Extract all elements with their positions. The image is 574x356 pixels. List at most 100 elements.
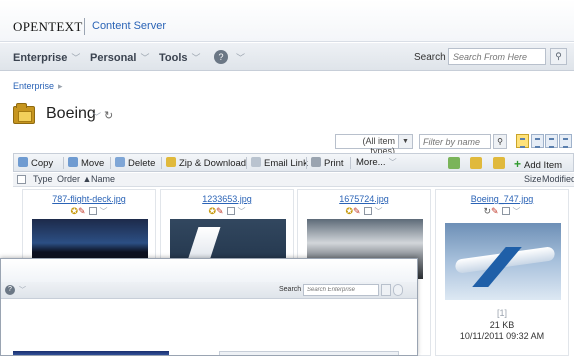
- move-icon: [68, 157, 78, 167]
- chevron-down-icon: ▼: [398, 135, 412, 148]
- column-modified[interactable]: Modified: [542, 174, 574, 184]
- search-icon[interactable]: [381, 284, 391, 296]
- item-name-link[interactable]: 787-flight-deck.jpg: [23, 194, 155, 204]
- email-icon: [251, 157, 261, 167]
- add-document-icon[interactable]: [470, 157, 482, 169]
- column-name[interactable]: Name: [91, 174, 115, 184]
- column-order[interactable]: Order ▲: [57, 174, 91, 184]
- brand-separator: [84, 18, 85, 35]
- overlay-thumbnail: [13, 351, 169, 355]
- delete-label: Delete: [128, 158, 156, 169]
- copy-icon: [18, 157, 28, 167]
- overlapping-window[interactable]: ? ﹀ Search: [0, 258, 418, 356]
- item-type-filter[interactable]: (All item types) ▼: [335, 134, 413, 156]
- zip-download-label: Zip & Download: [179, 158, 247, 169]
- item-checkbox[interactable]: [226, 207, 235, 215]
- chevron-down-icon: ﹀: [388, 158, 397, 167]
- select-all-checkbox[interactable]: [17, 175, 26, 184]
- pencil-icon: ✎: [78, 206, 86, 216]
- item-tile[interactable]: Boeing_747.jpg ↻✎ ﹀ [1] 21 KB 10/11/2011 …: [435, 189, 569, 356]
- reserved-icon: ↻: [483, 206, 491, 216]
- email-link-button[interactable]: Email Link: [251, 157, 308, 169]
- global-menu-bar: Enterprise ﹀ Personal ﹀ Tools ﹀ ? ﹀ Search …: [0, 43, 574, 71]
- delete-icon: [115, 157, 125, 167]
- overlay-search-input[interactable]: [303, 284, 379, 296]
- view-details-button[interactable]: [559, 134, 572, 148]
- pencil-icon: ✎: [491, 206, 499, 216]
- new-folder-icon[interactable]: [448, 157, 460, 169]
- chevron-down-icon: ﹀: [236, 53, 246, 63]
- column-size[interactable]: Size: [524, 174, 542, 184]
- pencil-icon: ✎: [353, 206, 361, 216]
- item-name-link[interactable]: Boeing_747.jpg: [436, 194, 568, 204]
- add-item-label: Add Item: [524, 160, 563, 171]
- menu-tools[interactable]: Tools ﹀: [159, 51, 201, 64]
- move-label: Move: [81, 158, 105, 169]
- menu-tools-label: Tools: [159, 52, 188, 64]
- view-grid-button[interactable]: [531, 134, 544, 148]
- search-options-icon[interactable]: [393, 284, 403, 296]
- delete-button[interactable]: Delete: [115, 157, 155, 169]
- toolbar-divider: [161, 157, 162, 169]
- view-thumbnails-button[interactable]: [516, 134, 529, 148]
- item-modified: 10/11/2011 09:32 AM: [459, 331, 545, 341]
- more-label: More...: [356, 157, 386, 168]
- item-icons: ↻✎ ﹀: [436, 206, 568, 217]
- zip-download-button[interactable]: Zip & Download: [166, 157, 246, 169]
- chevron-down-icon[interactable]: ﹀: [238, 207, 246, 216]
- copy-button[interactable]: Copy: [18, 157, 53, 169]
- toolbar-divider: [63, 157, 64, 169]
- folder-icon: [13, 103, 35, 124]
- search-icon[interactable]: ⚲: [550, 48, 567, 65]
- page-title: Boeing: [46, 105, 96, 122]
- item-icons: ✪✎ ﹀: [23, 206, 155, 217]
- toolbar-divider: [110, 157, 111, 169]
- title-chevron-down-icon[interactable]: ﹀: [92, 110, 101, 123]
- add-item-button[interactable]: + Add Item: [514, 157, 562, 171]
- more-button[interactable]: More... ﹀: [356, 157, 397, 168]
- column-type[interactable]: Type: [33, 174, 53, 184]
- filter-search-icon[interactable]: ⚲: [493, 134, 507, 149]
- menu-personal-label: Personal: [90, 52, 137, 64]
- column-order-label: Order: [57, 174, 81, 184]
- item-version: [1]: [496, 308, 507, 318]
- name-filter-input[interactable]: [419, 134, 491, 149]
- help-icon[interactable]: ?: [214, 50, 228, 64]
- chevron-down-icon[interactable]: ﹀: [100, 207, 108, 216]
- chevron-down-icon[interactable]: ﹀: [513, 207, 521, 216]
- plus-icon: +: [514, 157, 522, 171]
- column-header: Type Order ▲ Name Size Modified: [13, 173, 574, 187]
- item-checkbox[interactable]: [363, 207, 372, 215]
- lightbulb-icon: ✪: [345, 206, 353, 216]
- overlay-menu-bar: ? ﹀ Search: [1, 282, 417, 299]
- help-menu-chevron[interactable]: ﹀: [232, 51, 245, 64]
- menu-enterprise[interactable]: Enterprise ﹀: [13, 51, 80, 64]
- copy-label: Copy: [31, 158, 54, 169]
- toolbar-divider: [246, 157, 247, 169]
- overlay-search-label: Search: [279, 286, 302, 293]
- item-name-link[interactable]: 1675724.jpg: [298, 194, 430, 204]
- item-thumbnail[interactable]: [445, 223, 561, 300]
- add-folder-icon[interactable]: [493, 157, 505, 169]
- opentext-logo: OPENTEXT: [13, 19, 83, 34]
- item-icons: ✪✎ ﹀: [298, 206, 430, 217]
- print-label: Print: [324, 158, 344, 169]
- item-checkbox[interactable]: [88, 207, 97, 215]
- refresh-icon[interactable]: ↻: [104, 109, 113, 122]
- breadcrumb-item-enterprise[interactable]: Enterprise: [13, 81, 54, 91]
- print-button[interactable]: Print: [311, 157, 344, 169]
- view-list-button[interactable]: [545, 134, 558, 148]
- move-button[interactable]: Move: [68, 157, 104, 169]
- item-checkbox[interactable]: [501, 207, 510, 215]
- chevron-down-icon[interactable]: ﹀: [19, 285, 26, 295]
- search-label: Search: [414, 52, 446, 63]
- chevron-down-icon[interactable]: ﹀: [375, 207, 383, 216]
- toolbar-divider: [350, 157, 351, 169]
- menu-personal[interactable]: Personal ﹀: [90, 51, 149, 64]
- breadcrumb: Enterprise ▸: [13, 81, 63, 92]
- product-name: Content Server: [92, 20, 166, 32]
- search-input[interactable]: [448, 48, 546, 65]
- help-icon[interactable]: ?: [5, 285, 15, 295]
- item-name-link[interactable]: 1233653.jpg: [161, 194, 293, 204]
- menu-enterprise-label: Enterprise: [13, 52, 68, 64]
